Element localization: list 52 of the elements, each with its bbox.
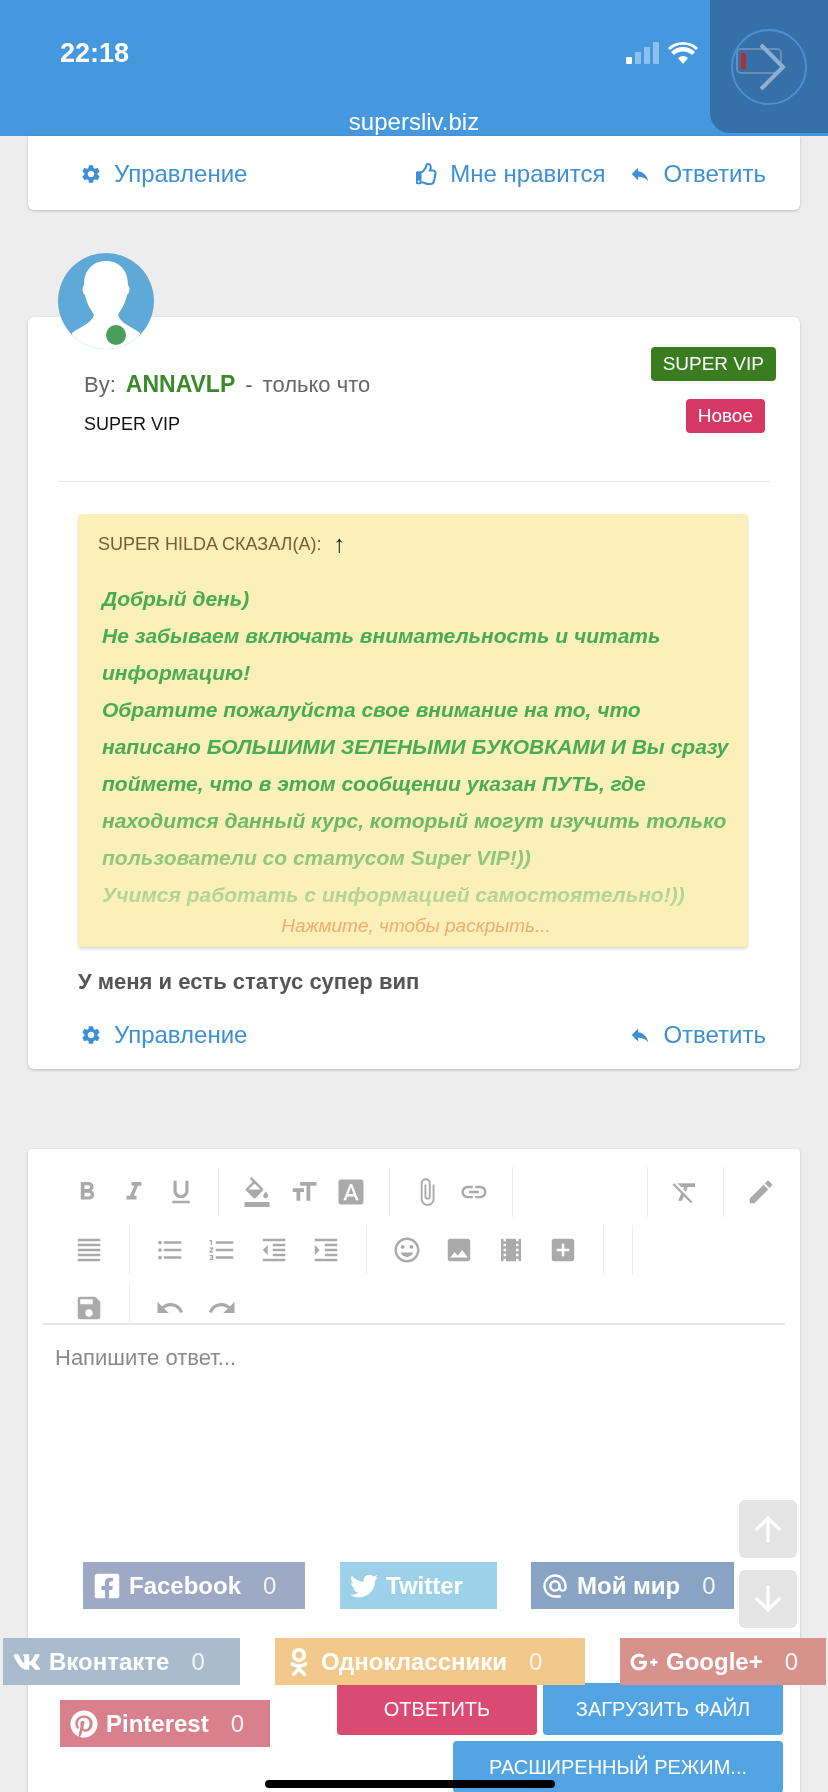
by-label: By: bbox=[84, 372, 116, 398]
share-count: 0 bbox=[784, 1647, 799, 1676]
gear-icon bbox=[80, 1024, 102, 1046]
share-count: 0 bbox=[529, 1647, 543, 1676]
separator-dash: - bbox=[245, 372, 253, 398]
floating-assist-button[interactable] bbox=[710, 0, 828, 133]
user-title: SUPER VIP bbox=[84, 414, 182, 435]
font-color-icon bbox=[336, 1177, 367, 1207]
thumbs-up-icon bbox=[416, 163, 439, 185]
mymir-logo-icon bbox=[541, 1571, 569, 1600]
secondary-button[interactable]: РАСШИРЕННЫЙ РЕЖИМ... bbox=[453, 1741, 783, 1792]
post-time: только что bbox=[262, 372, 371, 398]
share-count: 0 bbox=[191, 1647, 205, 1676]
share-link[interactable]: Мой мир 0 bbox=[531, 1562, 734, 1609]
pinterest-logo-icon bbox=[70, 1709, 98, 1738]
message-text: У меня и есть статус супер вип bbox=[77, 968, 421, 995]
jump-to-quote-link[interactable]: ↑ bbox=[333, 530, 346, 558]
submit-button[interactable]: ОТВЕТИТЬ bbox=[337, 1683, 537, 1735]
share-count: 0 bbox=[230, 1709, 245, 1738]
manage-link[interactable]: Управление bbox=[80, 160, 248, 188]
quote-text: Обратите пожалуйста свое внимание на то, что написано БОЛЬШИМИ ЗЕЛЕНЫМИ БУКОВКАМИ И Вы сразу поймете, что в этом сообщении указан ПУТЬ, где находится данный курс, который могут изучить только пользователи со статусом Super VIP!)) bbox=[102, 697, 730, 871]
share-link[interactable]: Google+ 0 bbox=[620, 1638, 826, 1685]
address-url[interactable]: supersliv.biz bbox=[348, 108, 480, 136]
user-badge: Новое bbox=[685, 399, 765, 433]
share-link[interactable]: Вконтакте 0 bbox=[3, 1638, 240, 1685]
share-link[interactable]: Одноклассники 0 bbox=[275, 1638, 585, 1685]
reply-link[interactable]: Ответить bbox=[629, 1021, 766, 1049]
status-time: 22:18 bbox=[60, 37, 130, 69]
quote-text: Добрый день) bbox=[102, 586, 251, 612]
share-count: 0 bbox=[263, 1571, 277, 1600]
user-badge: SUPER VIP bbox=[650, 347, 776, 381]
signal-icon bbox=[626, 42, 660, 64]
quote-text: Учимся работать с информацией самостоятельно!)) bbox=[102, 882, 686, 908]
quote-author: SUPER HILDA СКАЗАЛ(А): bbox=[98, 533, 322, 555]
facebook-logo-icon bbox=[93, 1571, 121, 1600]
expand-link[interactable]: Нажмите, чтобы раскрыть... bbox=[98, 915, 734, 937]
gear-icon bbox=[80, 163, 102, 185]
share-count: 0 bbox=[702, 1571, 716, 1600]
wifi-icon bbox=[668, 42, 698, 64]
author-link[interactable]: ANNAVLP bbox=[125, 371, 236, 398]
share-link[interactable]: Facebook 0 bbox=[83, 1562, 305, 1609]
share-link[interactable]: Twitter bbox=[340, 1562, 497, 1609]
scroll-down-button[interactable] bbox=[739, 1570, 797, 1628]
scroll-up-button[interactable] bbox=[739, 1500, 797, 1558]
share-link[interactable]: Pinterest 0 bbox=[60, 1700, 270, 1747]
like-link[interactable]: Мне нравится bbox=[416, 160, 606, 188]
chevron-circle-icon bbox=[729, 26, 809, 107]
manage-link[interactable]: Управление bbox=[80, 1021, 248, 1049]
secondary-button[interactable]: ЗАГРУЗИТЬ ФАЙЛ bbox=[543, 1683, 783, 1735]
reply-link[interactable]: Ответить bbox=[629, 160, 766, 188]
smiley-icon bbox=[392, 1235, 422, 1265]
quote-text: Не забываем включать внимательность и читать информацию! bbox=[102, 623, 662, 686]
